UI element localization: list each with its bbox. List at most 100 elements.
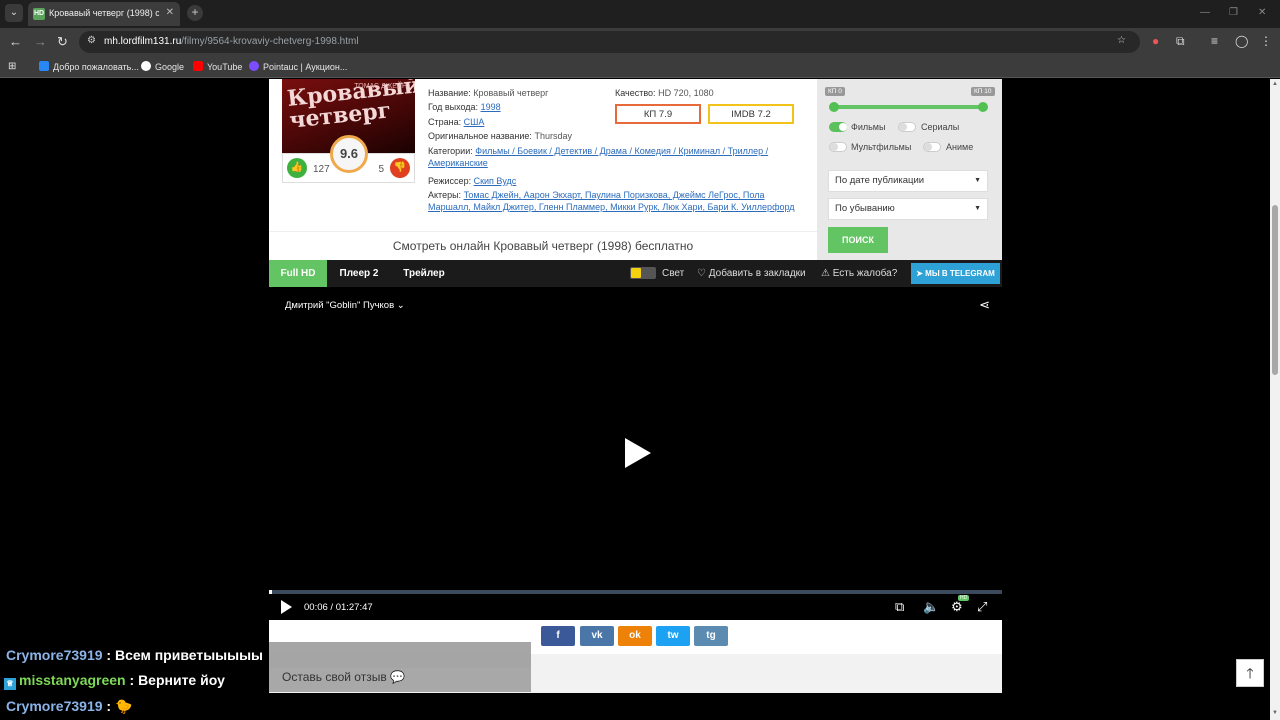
bookmark-star-icon[interactable]: ☆: [1117, 35, 1126, 46]
chevron-down-icon: ▼: [974, 205, 981, 212]
forward-icon[interactable]: →: [34, 34, 47, 50]
facebook-share-button[interactable]: f: [541, 626, 575, 646]
bookmark-google[interactable]: Google: [141, 61, 184, 72]
volume-icon[interactable]: 🔈: [923, 599, 939, 615]
actors-links-2[interactable]: Маршалл, Майкл Джитер, Гленн Пламмер, Ми…: [428, 202, 795, 212]
search-button[interactable]: ПОИСК: [828, 227, 888, 253]
toggle-movies-label: Фильмы: [851, 122, 886, 132]
share-icon[interactable]: ⋖: [979, 297, 990, 313]
sort-by-select[interactable]: По дате публикации ▼: [828, 170, 988, 192]
youtube-icon: [193, 61, 203, 71]
bookmark-vk[interactable]: Добро пожаловать...: [39, 61, 139, 72]
scroll-to-top-button[interactable]: 🡑: [1236, 659, 1264, 687]
telegram-share-button[interactable]: tg: [694, 626, 728, 646]
chat-message: Crymore73919 : 🐤: [0, 694, 139, 718]
kp-max-label: КП 10: [971, 87, 995, 96]
address-bar[interactable]: ⚙ mh.lordfilm131.ru/filmy/9564-krovaviy-…: [79, 31, 1140, 53]
page-scrollbar[interactable]: ▲ ▼: [1270, 79, 1280, 720]
vk-icon: [39, 61, 49, 71]
new-tab-button[interactable]: +: [187, 5, 203, 21]
categories-links[interactable]: Фильмы / Боевик / Детектив / Драма / Ком…: [475, 146, 768, 156]
video-player[interactable]: Дмитрий "Goblin" Пучков ⌄ ⋖ 00:06 / 01:2…: [269, 287, 1002, 620]
chat-message: Crymore73919 : Всем приветыыыыы: [0, 643, 269, 667]
light-toggle[interactable]: [630, 267, 656, 279]
progress-fill: [269, 590, 272, 594]
bookmark-pointauc[interactable]: Pointauc | Аукцион...: [249, 61, 347, 72]
ok-share-button[interactable]: ok: [618, 626, 652, 646]
complaint-link[interactable]: ⚠ Есть жалоба?: [821, 268, 897, 279]
kp-rating: КП 7.9: [615, 104, 701, 124]
kp-slider-min-handle[interactable]: [829, 102, 839, 112]
play-icon[interactable]: [281, 600, 292, 614]
filter-sidebar: КП 0 КП 10 Фильмы Сериалы Мультфильмы Ан…: [817, 79, 1002, 260]
chat-emote: 🐤: [114, 698, 133, 714]
vk-share-button[interactable]: vk: [580, 626, 614, 646]
browser-nav-bar: ← → ↻ ⚙ mh.lordfilm131.ru/filmy/9564-kro…: [0, 28, 1280, 56]
country-link[interactable]: США: [464, 117, 485, 127]
twitter-share-button[interactable]: tw: [656, 626, 690, 646]
player-tabs-bar: Full HD Плеер 2 Трейлер Свет ♡ Добавить …: [269, 260, 1002, 287]
review-label[interactable]: Оставь свой отзыв 💬: [282, 670, 405, 684]
voiceover-select[interactable]: Дмитрий "Goblin" Пучков ⌄: [285, 300, 405, 311]
toggle-series[interactable]: [898, 122, 916, 132]
warning-icon: ⚠: [821, 268, 833, 279]
extension-icon[interactable]: ●: [1152, 34, 1159, 48]
order-select[interactable]: По убыванию ▼: [828, 198, 988, 220]
reload-icon[interactable]: ↻: [57, 34, 68, 50]
toggle-movies[interactable]: [829, 122, 847, 132]
back-icon[interactable]: ←: [9, 34, 22, 50]
menu-kebab-icon[interactable]: ⋮: [1260, 34, 1272, 48]
minimize-icon[interactable]: —: [1200, 7, 1210, 18]
info-original-title: Оригинальное название: Thursday: [428, 131, 572, 141]
add-bookmark-link[interactable]: ♡ Добавить в закладки: [697, 268, 806, 279]
progress-bar[interactable]: [269, 590, 1002, 594]
scroll-thumb[interactable]: [1272, 205, 1278, 375]
toggle-anime-label: Аниме: [946, 142, 974, 152]
settings-gear-icon[interactable]: ⚙: [951, 599, 963, 615]
telegram-button[interactable]: ➤ МЫ В TELEGRAM: [911, 263, 1000, 284]
tab-trailer[interactable]: Трейлер: [391, 260, 457, 287]
close-window-icon[interactable]: ✕: [1258, 7, 1266, 18]
category-american-link[interactable]: Американские: [428, 158, 488, 168]
toggle-anime[interactable]: [923, 142, 941, 152]
info-director: Режиссер: Скип Вудс: [428, 176, 517, 186]
review-section: Оставь свой отзыв 💬: [269, 642, 1002, 693]
actors-links[interactable]: Томас Джейн, Аарон Экхарт, Паулина Пориз…: [464, 190, 765, 200]
kp-min-label: КП 0: [825, 87, 845, 96]
watch-online-title: Смотреть онлайн Кровавый четверг (1998) …: [269, 231, 817, 260]
light-label: Свет: [662, 268, 685, 279]
director-link[interactable]: Скип Вудс: [474, 176, 517, 186]
toggle-series-label: Сериалы: [921, 122, 960, 132]
url-text: mh.lordfilm131.ru/filmy/9564-krovaviy-ch…: [104, 36, 359, 47]
chat-message: ♕ misstanyagreen : Верните йоу: [0, 668, 231, 692]
year-link[interactable]: 1998: [481, 102, 501, 112]
play-big-icon[interactable]: [625, 438, 651, 468]
browser-tab-bar: ⌄ HD Кровавый четверг (1998) смотре ✕ + …: [0, 0, 1280, 28]
media-control-icon[interactable]: ≡: [1211, 34, 1218, 48]
kp-range-slider[interactable]: [834, 105, 984, 109]
site-info-icon[interactable]: ⚙: [87, 35, 96, 46]
thumbs-up-icon[interactable]: 👍: [287, 158, 307, 178]
profile-icon[interactable]: ◯: [1235, 34, 1248, 48]
fullscreen-icon[interactable]: ⤢: [977, 599, 987, 615]
tab-title: Кровавый четверг (1998) смотре: [49, 8, 159, 18]
apps-grid-icon[interactable]: ⊞: [8, 61, 16, 72]
time-display: 00:06 / 01:27:47: [304, 602, 373, 613]
kp-slider-max-handle[interactable]: [978, 102, 988, 112]
browser-tab[interactable]: HD Кровавый четверг (1998) смотре ✕: [28, 2, 180, 26]
tab-full-hd[interactable]: Full HD: [269, 260, 327, 287]
scroll-up-icon[interactable]: ▲: [1272, 81, 1278, 87]
pip-icon[interactable]: ⧉: [895, 599, 904, 615]
scroll-down-icon[interactable]: ▼: [1272, 710, 1278, 716]
maximize-icon[interactable]: ❐: [1229, 7, 1238, 18]
chat-username: Crymore73919: [6, 698, 103, 714]
tab-player-2[interactable]: Плеер 2: [327, 260, 391, 287]
tab-close-icon[interactable]: ✕: [166, 7, 174, 18]
tab-search-icon[interactable]: ⌄: [5, 4, 23, 22]
toggle-cartoons[interactable]: [829, 142, 847, 152]
extensions-puzzle-icon[interactable]: ⧉: [1176, 34, 1185, 49]
bookmark-youtube[interactable]: YouTube: [193, 61, 242, 72]
thumbs-down-icon[interactable]: 👎: [390, 158, 410, 178]
chat-username: Crymore73919: [6, 647, 103, 663]
review-bar: [269, 642, 531, 668]
